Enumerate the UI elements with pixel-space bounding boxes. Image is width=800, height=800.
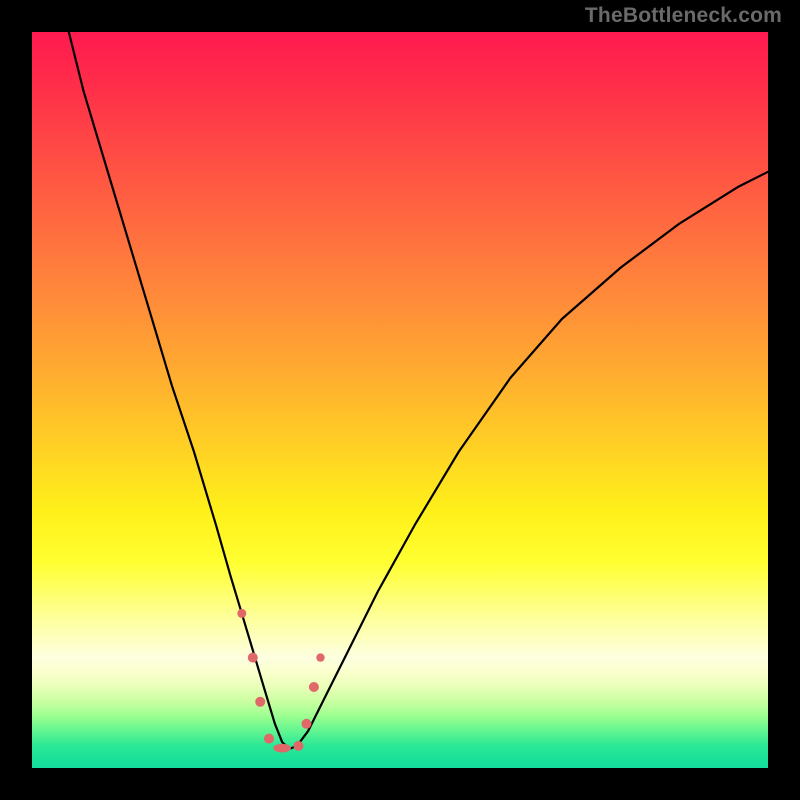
threshold-markers (237, 609, 324, 753)
marker-dot (302, 719, 312, 729)
plot-area (32, 32, 768, 768)
marker-dot (293, 741, 303, 751)
marker-dot (248, 653, 258, 663)
marker-dot (316, 653, 324, 661)
marker-dot (237, 609, 246, 618)
marker-dot (309, 682, 319, 692)
bottleneck-curve (32, 32, 768, 768)
watermark-text: TheBottleneck.com (585, 4, 782, 28)
marker-dot (273, 744, 291, 753)
marker-dot (264, 734, 274, 744)
chart-frame: TheBottleneck.com (0, 0, 800, 800)
marker-dot (255, 697, 265, 707)
